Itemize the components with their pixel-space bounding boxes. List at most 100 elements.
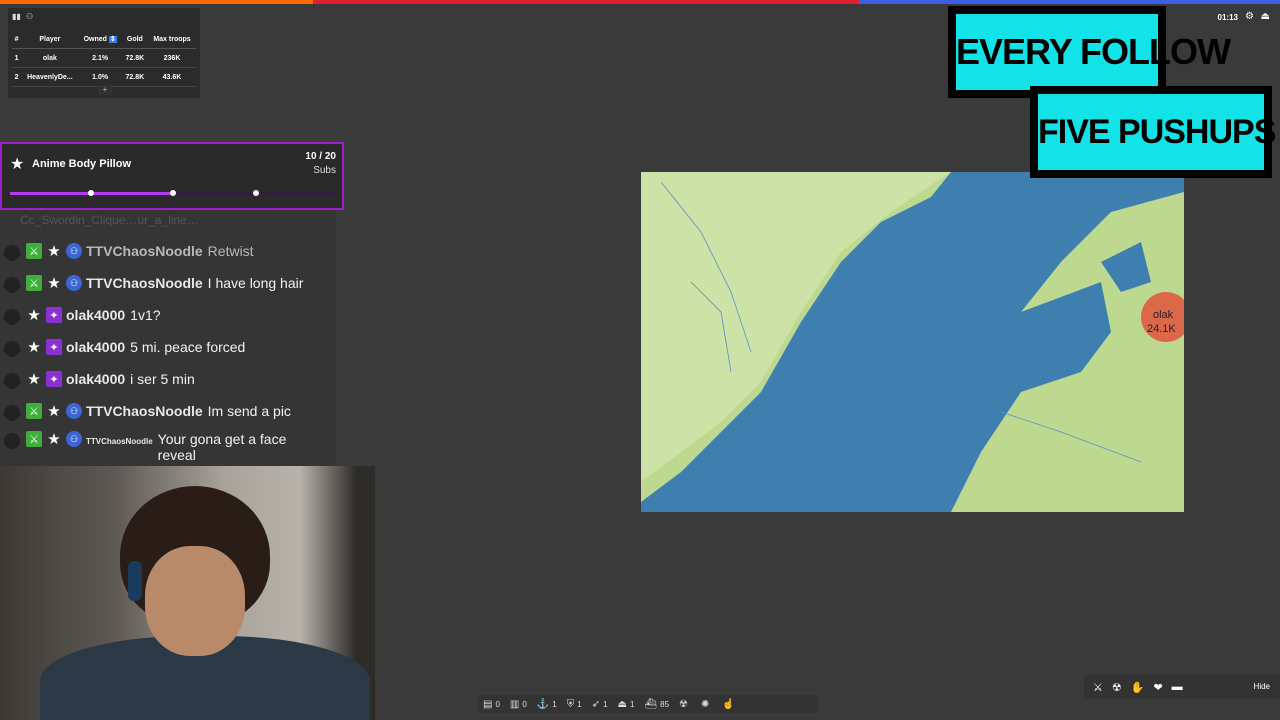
build-item-count: 0 bbox=[522, 699, 527, 709]
chat-icon[interactable]: ▬ bbox=[1172, 681, 1183, 693]
nuke-icon[interactable]: ☢ bbox=[1112, 681, 1122, 694]
hands-badge-icon: ⚇ bbox=[66, 403, 82, 419]
leaderboard-icons: ▮▮ ⚇ bbox=[12, 12, 33, 21]
webcam-person-face bbox=[145, 546, 245, 656]
leaderboard-row[interactable]: 2 HeavenlyDe... 1.0% 72.8K 43.6K bbox=[12, 67, 196, 87]
chat-message: ⚔ ★ ⚇ TTVChaosNoodle Retwist bbox=[0, 243, 254, 261]
sub-badge-icon: ✦ bbox=[46, 339, 62, 355]
webcam-feed bbox=[0, 466, 375, 720]
cell-player: olak bbox=[21, 48, 79, 68]
chat-text: Retwist bbox=[207, 243, 254, 259]
chat-text: 5 mi. peace forced bbox=[130, 339, 246, 355]
warship-icon: ⛴ bbox=[644, 698, 658, 710]
cell-gold: 72.8K bbox=[121, 48, 149, 68]
users-icon[interactable]: ⚇ bbox=[26, 12, 33, 21]
col-gold[interactable]: Gold bbox=[121, 30, 149, 49]
star-badge-icon: ★ bbox=[27, 371, 41, 388]
sword-icon[interactable]: ⚔ bbox=[1093, 681, 1103, 694]
chat-message: ⚔ ★ ⚇ TTVChaosNoodle Im send a pic bbox=[0, 403, 291, 421]
build-item-count: 1 bbox=[603, 699, 608, 709]
overlay-sign-top: EVERY FOLLOW bbox=[948, 6, 1231, 98]
chat-overlay: Cc_Swordin_Clique…ur_a_line… ⚔ ★ ⚇ TTVChaos… bbox=[0, 210, 336, 466]
chat-text: I have long hair bbox=[207, 275, 304, 291]
cell-gold: 72.8K bbox=[121, 67, 149, 87]
build-item[interactable]: ⏏ 1 bbox=[618, 699, 635, 710]
alliance-icon[interactable]: ❤ bbox=[1153, 681, 1162, 694]
game-timer: 01:13 bbox=[1217, 13, 1238, 22]
avatar bbox=[4, 341, 20, 357]
chat-username[interactable]: olak4000 bbox=[66, 371, 125, 387]
handshake-icon[interactable]: ✋ bbox=[1131, 681, 1145, 694]
headset-icon bbox=[128, 561, 142, 601]
star-badge-icon: ★ bbox=[47, 275, 61, 292]
sword-badge-icon: ⚔ bbox=[26, 275, 42, 291]
chat-username[interactable]: TTVChaosNoodle bbox=[86, 275, 203, 291]
sub-goal-widget: ★ Anime Body Pillow 10 / 20 Subs bbox=[0, 142, 344, 210]
map-terrain: olak 24.1K bbox=[641, 172, 1184, 512]
leaderboard-table: # Player Owned ⇕ Gold Max troops 1 olak … bbox=[12, 30, 196, 87]
mirv-icon: ✺ bbox=[701, 698, 710, 710]
sam-icon: ⏏ bbox=[617, 698, 627, 710]
cell-troops: 43.6K bbox=[148, 67, 196, 87]
cell-player: HeavenlyDe... bbox=[21, 67, 79, 87]
col-max-troops[interactable]: Max troops bbox=[148, 30, 196, 49]
progress-segment-red bbox=[313, 0, 859, 4]
chat-text: Im send a pic bbox=[207, 403, 291, 419]
chat-message: ★ ✦ olak4000 1v1? bbox=[0, 307, 161, 325]
build-item[interactable]: ⛨ 1 bbox=[567, 699, 582, 710]
chat-username[interactable]: TTVChaosNoodle bbox=[86, 403, 203, 419]
exit-icon[interactable]: ⏏ bbox=[1261, 11, 1270, 22]
map-player-name: olak bbox=[1153, 309, 1174, 321]
sub-goal-title: Anime Body Pillow bbox=[32, 158, 132, 170]
build-item[interactable]: ➶ 1 bbox=[592, 699, 608, 710]
build-item[interactable]: ▤ 0 bbox=[483, 699, 500, 710]
chat-message: ★ ✦ olak4000 i ser 5 min bbox=[0, 371, 195, 389]
star-badge-icon: ★ bbox=[27, 307, 41, 324]
hand-icon: ☝ bbox=[722, 698, 735, 710]
overlay-sign-bottom: FIVE PUSHUPS bbox=[1030, 86, 1276, 178]
milestone-dot bbox=[88, 190, 94, 196]
chat-message: ★ ✦ olak4000 5 mi. peace forced bbox=[0, 339, 245, 357]
hands-badge-icon: ⚇ bbox=[66, 275, 82, 291]
progress-segment-blue bbox=[859, 0, 1280, 4]
leaderboard-row[interactable]: 1 olak 2.1% 72.8K 236K bbox=[12, 48, 196, 68]
top-progress-strip bbox=[0, 0, 1280, 4]
game-map[interactable]: olak 24.1K bbox=[641, 172, 1184, 512]
build-item[interactable]: ⛴ 85 bbox=[644, 699, 669, 710]
build-item-count: 0 bbox=[495, 699, 500, 709]
avatar bbox=[4, 245, 20, 261]
gear-icon[interactable]: ⚙ bbox=[1245, 11, 1254, 22]
sword-badge-icon: ⚔ bbox=[26, 431, 42, 447]
build-item[interactable]: ✺ bbox=[701, 699, 712, 710]
build-item[interactable]: ⚓ 1 bbox=[537, 699, 557, 710]
hands-badge-icon: ⚇ bbox=[66, 243, 82, 259]
avatar bbox=[4, 373, 20, 389]
cell-troops: 236K bbox=[148, 48, 196, 68]
avatar bbox=[4, 433, 20, 449]
bar-chart-icon[interactable]: ▮▮ bbox=[12, 12, 21, 21]
star-badge-icon: ★ bbox=[47, 431, 61, 448]
chat-faded-line: Cc_Swordin_Clique…ur_a_line… bbox=[20, 213, 199, 227]
chat-username[interactable]: TTVChaosNoodle bbox=[86, 243, 203, 259]
chat-message: ⚔ ★ ⚇ TTVChaosNoodle I have long hair bbox=[0, 275, 303, 293]
hands-badge-icon: ⚇ bbox=[66, 431, 82, 447]
build-item-count: 1 bbox=[629, 699, 635, 709]
expand-leaderboard-button[interactable]: + bbox=[98, 85, 112, 95]
sub-goal-count: 10 / 20 bbox=[305, 151, 336, 162]
hide-button[interactable]: Hide bbox=[1254, 682, 1270, 691]
build-item[interactable]: ☢ bbox=[679, 699, 691, 710]
chat-text: i ser 5 min bbox=[130, 371, 195, 387]
chat-username[interactable]: olak4000 bbox=[66, 307, 125, 323]
col-owned[interactable]: Owned ⇕ bbox=[78, 30, 122, 49]
avatar bbox=[4, 309, 20, 325]
build-item[interactable]: ▥ 0 bbox=[510, 699, 527, 710]
factory-icon: ▥ bbox=[509, 698, 520, 710]
build-item[interactable]: ☝ bbox=[722, 699, 737, 710]
nuke-icon: ☢ bbox=[679, 698, 688, 710]
chat-text: 1v1? bbox=[130, 307, 161, 323]
build-item-count: 85 bbox=[660, 699, 670, 709]
cell-rank: 1 bbox=[12, 48, 22, 68]
chat-username[interactable]: TTVChaosNoodle bbox=[86, 437, 153, 446]
cell-owned: 1.0% bbox=[78, 67, 122, 87]
chat-username[interactable]: olak4000 bbox=[66, 339, 125, 355]
